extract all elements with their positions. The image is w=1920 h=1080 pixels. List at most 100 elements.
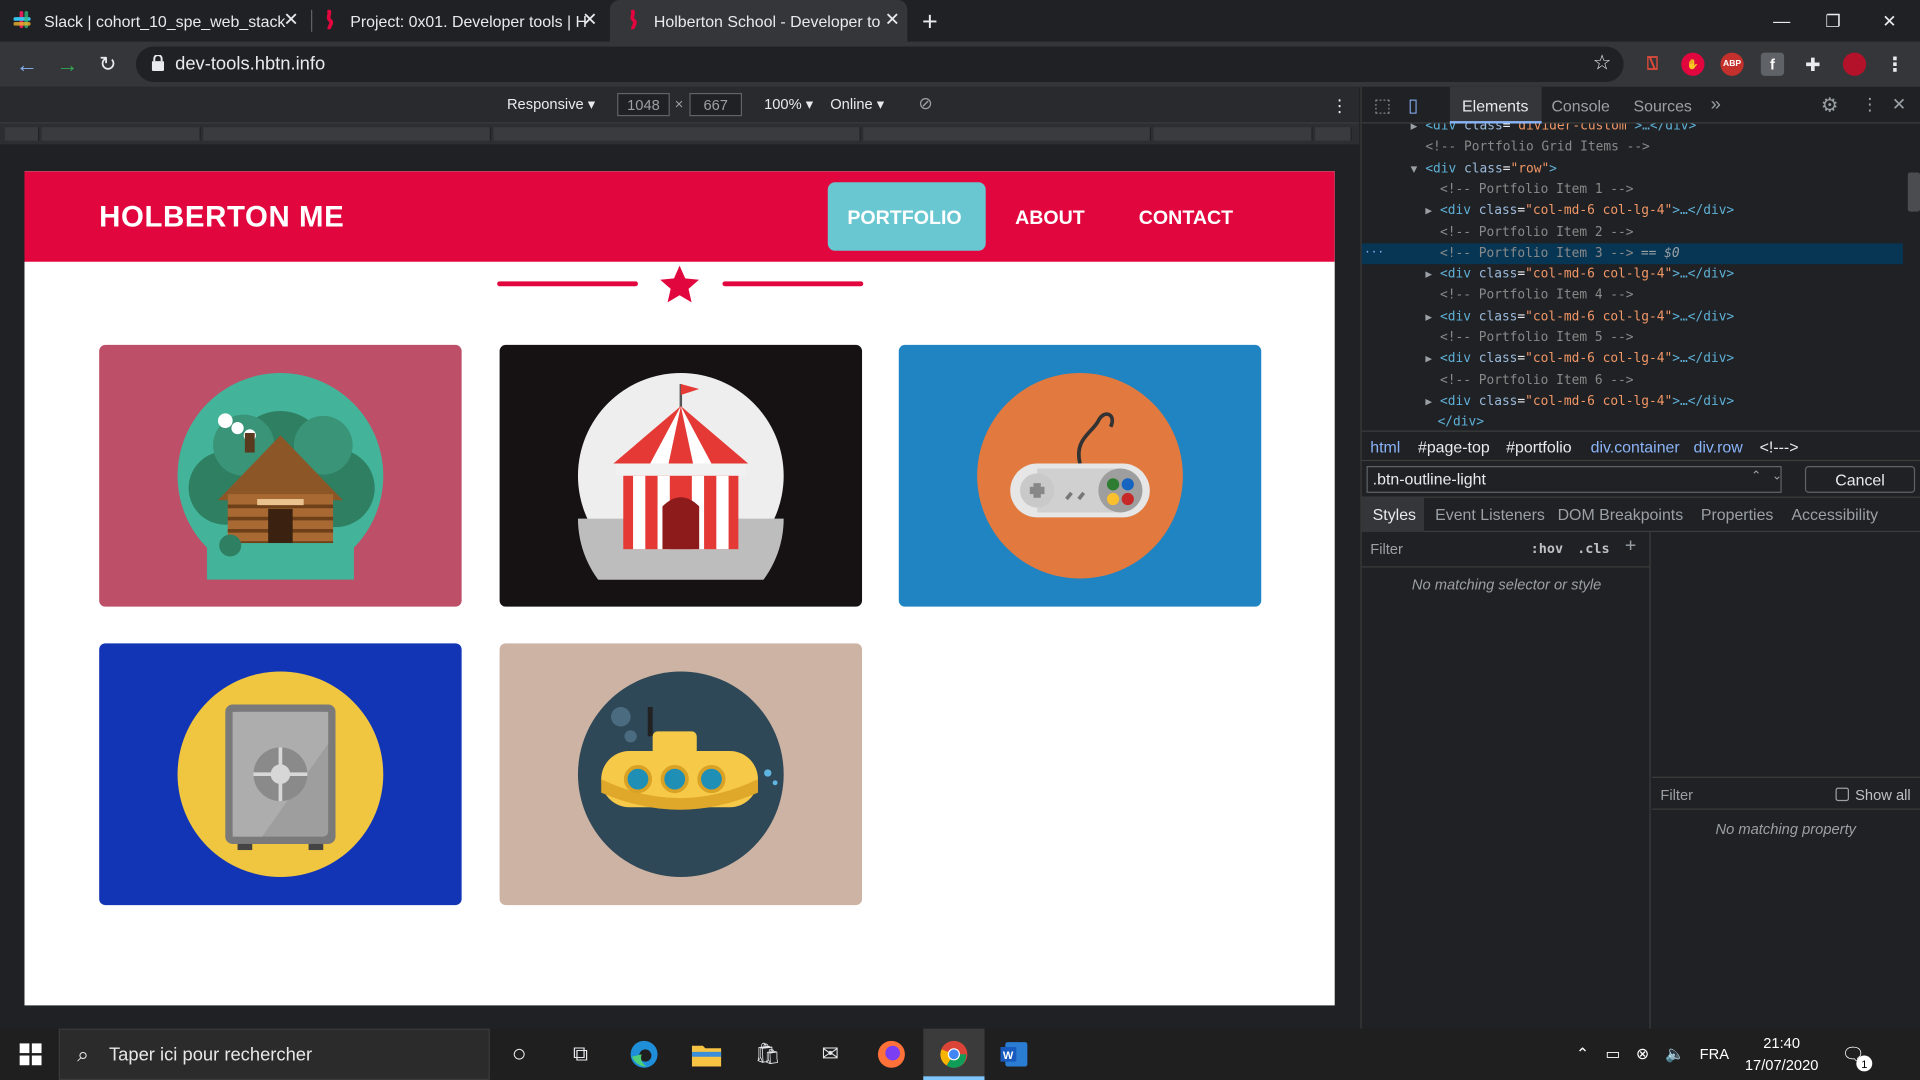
dom-node[interactable]: <!-- Portfolio Item 5 --> (1362, 328, 1903, 349)
breadcrumb-item[interactable]: #page-top (1418, 438, 1490, 456)
hov-toggle[interactable]: :hov (1531, 541, 1563, 557)
nav-contact[interactable]: CONTACT (1139, 208, 1233, 230)
restore-icon[interactable]: ❐ (1805, 0, 1861, 42)
notification-center-icon[interactable]: 🗨 (1842, 1029, 1865, 1080)
tab-elements[interactable]: Elements (1462, 97, 1528, 115)
collapse-arrow-icon[interactable]: ▼ (1411, 160, 1426, 181)
search-next-icon[interactable]: ⌄ (1772, 470, 1782, 483)
subtab-properties[interactable]: Properties (1701, 505, 1774, 523)
expand-arrow-icon[interactable]: ▶ (1425, 350, 1440, 371)
dom-search-input[interactable]: .btn-outline-light (1366, 466, 1782, 493)
network-offline-icon[interactable]: ⊗ (1636, 1029, 1649, 1080)
subtab-event-listeners[interactable]: Event Listeners (1435, 505, 1545, 523)
file-explorer-icon[interactable] (691, 1038, 723, 1070)
more-tabs-icon[interactable]: » (1711, 94, 1721, 115)
breadcrumb-item[interactable]: div.container (1591, 438, 1680, 456)
close-tab-icon[interactable]: ✕ (885, 10, 900, 31)
dom-node[interactable]: </div> (1362, 412, 1903, 429)
viewport-height-input[interactable]: 667 (689, 92, 743, 117)
breadcrumb-item[interactable]: div.row (1693, 438, 1742, 456)
tray-overflow-icon[interactable]: ⌃ (1576, 1029, 1589, 1080)
inspect-element-icon[interactable]: ⬚ (1374, 94, 1391, 116)
close-devtools-icon[interactable]: ✕ (1892, 94, 1906, 115)
media-query-bar[interactable] (0, 123, 1360, 145)
cancel-button[interactable]: Cancel (1804, 466, 1916, 493)
forward-arrow-icon[interactable]: → (54, 51, 81, 78)
device-mode-select[interactable]: Responsive ▾ (507, 95, 595, 112)
dom-node[interactable]: ▼ <div class="row"> (1362, 159, 1903, 180)
dom-node[interactable]: ▶ <div class="col-md-6 col-lg-4">…</div> (1362, 307, 1903, 328)
input-language[interactable]: FRA (1700, 1029, 1729, 1080)
settings-gear-icon[interactable]: ⚙ (1821, 93, 1839, 117)
mail-icon[interactable]: ✉ (814, 1038, 846, 1070)
node-actions-icon[interactable]: ··· (1364, 243, 1384, 264)
computed-filter-input[interactable]: Filter (1660, 786, 1693, 803)
breadcrumb-item[interactable]: <!---> (1760, 438, 1799, 456)
puzzle-icon[interactable]: ✚ (1801, 53, 1824, 76)
portfolio-item-cabin[interactable] (99, 344, 462, 607)
subtab-styles[interactable]: Styles (1373, 505, 1416, 523)
portfolio-item-controller[interactable] (898, 344, 1262, 607)
zoom-select[interactable]: 100% ▾ (764, 95, 813, 112)
bookmark-star-icon[interactable]: ☆ (1593, 51, 1612, 75)
windows-start-icon[interactable] (15, 1038, 47, 1070)
address-bar[interactable]: dev-tools.hbtn.info ☆ (135, 46, 1624, 82)
nav-about[interactable]: ABOUT (1015, 208, 1085, 230)
device-toggle-icon[interactable]: ▯ (1408, 94, 1418, 116)
add-style-rule-icon[interactable]: + (1625, 536, 1636, 558)
tab-holberton-devtools[interactable]: Holberton School - Developer to ✕ (609, 0, 908, 42)
devtools-menu-icon[interactable]: ⋮ (1861, 94, 1878, 115)
dom-tree[interactable]: ▶ <div class="divider-custom">…</div> <!--… (1361, 124, 1920, 429)
dom-node[interactable]: ▶ <div class="col-md-6 col-lg-4">…</div> (1362, 391, 1903, 412)
battery-icon[interactable]: ▭ (1605, 1029, 1620, 1080)
dom-node[interactable]: ▶ <div class="divider-custom">…</div> (1362, 124, 1903, 137)
task-view-icon[interactable]: ⧉ (564, 1038, 596, 1070)
cls-toggle[interactable]: .cls (1577, 541, 1609, 557)
tab-project[interactable]: Project: 0x01. Developer tools | H ✕ (321, 0, 605, 42)
close-tab-icon[interactable]: ✕ (283, 10, 298, 31)
dom-node[interactable]: <!-- Portfolio Item 1 --> (1362, 180, 1903, 201)
dom-node[interactable]: <!-- Portfolio Grid Items --> (1362, 137, 1903, 158)
close-window-icon[interactable]: ✕ (1861, 0, 1917, 42)
hand-stop-icon[interactable]: ✋ (1681, 52, 1705, 76)
cortana-icon[interactable]: ○ (503, 1038, 535, 1070)
firefox-icon[interactable] (876, 1038, 908, 1070)
viewport-width-input[interactable]: 1048 (617, 92, 670, 117)
facebook-icon[interactable]: f (1760, 52, 1785, 76)
portfolio-item-safe[interactable] (99, 643, 462, 906)
breadcrumb-item[interactable]: html (1370, 438, 1400, 456)
new-tab-button[interactable]: + (922, 6, 938, 38)
dom-node[interactable]: <!-- Portfolio Item 6 --> (1362, 370, 1903, 391)
tab-console[interactable]: Console (1551, 97, 1609, 115)
dom-node[interactable]: <!-- Portfolio Item 4 --> (1362, 285, 1903, 306)
breadcrumb-item[interactable]: #portfolio (1506, 438, 1571, 456)
tab-sources[interactable]: Sources (1633, 97, 1691, 115)
minimize-icon[interactable]: — (1753, 0, 1809, 42)
pdf-icon[interactable]: ⍂ (1641, 53, 1664, 76)
dom-node-selected[interactable]: ··· <!-- Portfolio Item 3 --> == $0 (1361, 243, 1903, 264)
dom-node[interactable]: ▶ <div class="col-md-6 col-lg-4">…</div> (1362, 264, 1903, 285)
dom-node[interactable]: ▶ <div class="col-md-6 col-lg-4">…</div> (1362, 349, 1903, 370)
edge-icon[interactable] (628, 1038, 660, 1070)
adblock-icon[interactable]: ABP (1720, 52, 1744, 76)
site-brand[interactable]: HOLBERTON ME (99, 201, 344, 235)
expand-arrow-icon[interactable]: ▶ (1425, 202, 1440, 223)
styles-filter-input[interactable]: Filter (1370, 541, 1403, 558)
store-icon[interactable]: 🛍 (752, 1038, 784, 1070)
dom-node[interactable]: ▶ <div class="col-md-6 col-lg-4">…</div> (1362, 201, 1903, 222)
search-prev-icon[interactable]: ⌃ (1751, 470, 1761, 483)
expand-arrow-icon[interactable]: ▶ (1425, 308, 1440, 329)
close-tab-icon[interactable]: ✕ (582, 10, 597, 31)
device-menu-icon[interactable]: ⋮ (1331, 95, 1348, 116)
tab-slack[interactable]: Slack | cohort_10_spe_web_stack ✕ (12, 0, 306, 42)
chrome-icon[interactable] (938, 1038, 970, 1070)
menu-kebab-icon[interactable]: ⋮ (1883, 53, 1906, 76)
dom-node[interactable]: <!-- Portfolio Item 2 --> (1362, 222, 1903, 243)
nav-portfolio[interactable]: PORTFOLIO (847, 208, 961, 230)
portfolio-item-submarine[interactable] (499, 643, 863, 906)
rotate-icon[interactable]: ⊘ (918, 93, 932, 114)
back-arrow-icon[interactable]: ← (13, 51, 40, 78)
expand-arrow-icon[interactable]: ▶ (1411, 124, 1426, 139)
expand-arrow-icon[interactable]: ▶ (1425, 392, 1440, 413)
subtab-accessibility[interactable]: Accessibility (1791, 505, 1878, 523)
